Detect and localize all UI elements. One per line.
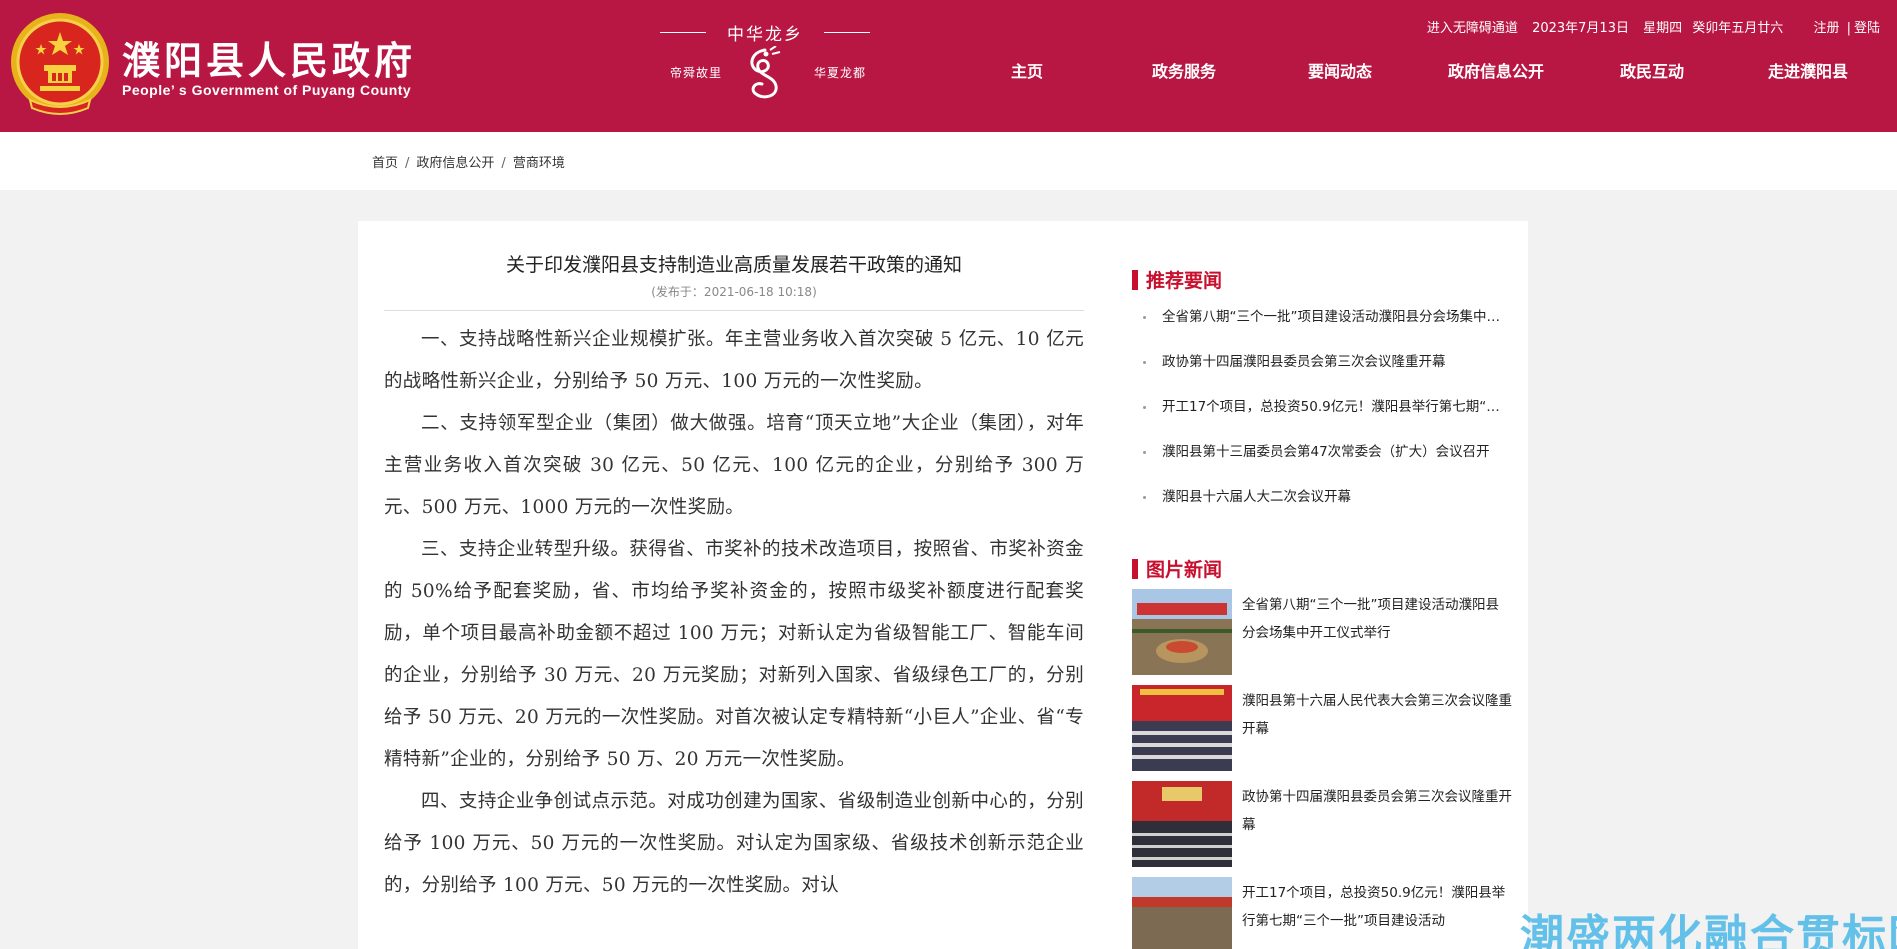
current-weekday: 星期四 (1643, 21, 1683, 36)
article-publish-date: (发布于：2021-06-18 10:18) (651, 285, 817, 299)
register-link[interactable]: 注册 (1813, 21, 1839, 36)
account-separator: | (1846, 21, 1851, 36)
recommended-news-header: 推荐要闻 (1132, 264, 1512, 292)
sidebar: 推荐要闻 全省第八期“三个一批”项目建设活动濮阳县分会场集中开工仪式举行 政协第… (1132, 264, 1512, 949)
news-thumbnail[interactable] (1132, 589, 1232, 675)
watermark-text: 潮盛两化融合贯标网 (1520, 911, 1897, 949)
national-emblem-icon[interactable] (10, 10, 110, 116)
breadcrumb-info-disclosure[interactable]: 政府信息公开 (416, 156, 494, 171)
news-thumbnail[interactable] (1132, 781, 1232, 867)
slogan-right-text: 华夏龙都 (813, 66, 866, 80)
slogan-left-text: 帝舜故里 (670, 66, 723, 80)
breadcrumb-business-env[interactable]: 营商环境 (513, 156, 565, 171)
lunar-date: 癸卯年五月廿六 (1692, 21, 1784, 36)
recommended-news-title: 推荐要闻 (1146, 270, 1223, 292)
breadcrumb-separator: / (405, 156, 410, 171)
article-title: 关于印发濮阳县支持制造业高质量发展若干政策的通知 (505, 254, 962, 276)
slogan-title: 中华龙乡 (660, 20, 870, 45)
account-links: 注册 | 登陆 (1813, 21, 1880, 36)
news-thumbnail[interactable] (1132, 877, 1232, 949)
article-paragraph: 四、支持企业争创试点示范。对成功创建为国家、省级制造业创新中心的，分别给予 10… (384, 791, 1084, 896)
photo-news-caption[interactable]: 政协第十四届濮阳县委员会第三次会议隆重开幕 (1242, 783, 1512, 839)
article-paragraph: 二、支持领军型企业（集团）做大做强。培育“顶天立地”大企业（集团），对年主营业务… (384, 413, 1084, 518)
accessibility-link[interactable]: 进入无障碍通道 (1427, 21, 1518, 36)
nav-item-about-county[interactable]: 走进濮阳县 (1768, 58, 1848, 82)
top-utility-bar: 进入无障碍通道 2023年7月13日 星期四 癸卯年五月廿六 注册 | 登陆 (1427, 17, 1880, 36)
photo-news-header: 图片新闻 (1132, 553, 1512, 581)
login-link[interactable]: 登陆 (1854, 21, 1880, 36)
site-title[interactable]: 濮阳县人民政府 (122, 30, 416, 85)
section-marker (1132, 559, 1138, 579)
slogan-banner: 中华龙乡 帝舜故里 华夏龙都 (660, 18, 870, 108)
nav-item-interaction[interactable]: 政民互动 (1620, 58, 1684, 82)
nav-item-home[interactable]: 主页 (1011, 58, 1043, 82)
main-nav: 主页 政务服务 要闻动态 政府信息公开 政民互动 走进濮阳县 (985, 58, 1885, 86)
photo-news-item[interactable]: 濮阳县第十六届人民代表大会第三次会议隆重开幕 (1132, 685, 1512, 781)
nav-item-news[interactable]: 要闻动态 (1308, 58, 1372, 82)
breadcrumb-home[interactable]: 首页 (372, 156, 398, 171)
recommended-news-item[interactable]: 全省第八期“三个一批”项目建设活动濮阳县分会场集中开工仪式举行 (1132, 306, 1512, 351)
section-marker (1132, 270, 1138, 290)
breadcrumb-bar: 首页 / 政府信息公开 / 营商环境 (0, 132, 1897, 190)
recommended-news-item[interactable]: 开工17个项目，总投资50.9亿元！濮阳县举行第七期“三个一批”项目建设活动 (1132, 396, 1512, 441)
recommended-news-item[interactable]: 政协第十四届濮阳县委员会第三次会议隆重开幕 (1132, 351, 1512, 396)
article-body: 一、支持战略性新兴企业规模扩张。年主营业务收入首次突破 5 亿元、10 亿元的战… (384, 319, 1084, 907)
dragon-icon (750, 46, 781, 99)
photo-news-caption[interactable]: 濮阳县第十六届人民代表大会第三次会议隆重开幕 (1242, 687, 1512, 743)
recommended-news-item[interactable]: 濮阳县十六届人大二次会议开幕 (1132, 486, 1512, 531)
site-subtitle: People’ s Government of Puyang County (122, 82, 412, 98)
article: 关于印发濮阳县支持制造业高质量发展若干政策的通知 (发布于：2021-06-18… (384, 250, 1084, 907)
photo-news-list: 全省第八期“三个一批”项目建设活动濮阳县分会场集中开工仪式举行 濮阳县第十六届人… (1132, 589, 1512, 949)
article-paragraph: 一、支持战略性新兴企业规模扩张。年主营业务收入首次突破 5 亿元、10 亿元的战… (384, 329, 1084, 392)
current-date: 2023年7月13日 (1532, 21, 1629, 36)
photo-news-item[interactable]: 全省第八期“三个一批”项目建设活动濮阳县分会场集中开工仪式举行 (1132, 589, 1512, 685)
site-header: 濮阳县人民政府 People’ s Government of Puyang C… (0, 0, 1897, 132)
news-thumbnail[interactable] (1132, 685, 1232, 771)
recommended-news-list: 全省第八期“三个一批”项目建设活动濮阳县分会场集中开工仪式举行 政协第十四届濮阳… (1132, 306, 1512, 531)
article-paragraph: 三、支持企业转型升级。获得省、市奖补的技术改造项目，按照省、市奖补资金的 50%… (384, 539, 1084, 770)
photo-news-caption[interactable]: 全省第八期“三个一批”项目建设活动濮阳县分会场集中开工仪式举行 (1242, 591, 1512, 647)
article-divider (384, 310, 1084, 311)
photo-news-item[interactable]: 开工17个项目，总投资50.9亿元！濮阳县举行第七期“三个一批”项目建设活动 (1132, 877, 1512, 949)
breadcrumb-separator: / (501, 156, 506, 171)
nav-item-gov-services[interactable]: 政务服务 (1152, 58, 1216, 82)
photo-news-caption[interactable]: 开工17个项目，总投资50.9亿元！濮阳县举行第七期“三个一批”项目建设活动 (1242, 879, 1512, 935)
recommended-news-item[interactable]: 濮阳县第十三届委员会第47次常委会（扩大）会议召开 (1132, 441, 1512, 486)
photo-news-title: 图片新闻 (1146, 559, 1223, 581)
photo-news-item[interactable]: 政协第十四届濮阳县委员会第三次会议隆重开幕 (1132, 781, 1512, 877)
nav-item-info-disclosure[interactable]: 政府信息公开 (1448, 58, 1544, 82)
breadcrumb: 首页 / 政府信息公开 / 营商环境 (372, 152, 565, 171)
